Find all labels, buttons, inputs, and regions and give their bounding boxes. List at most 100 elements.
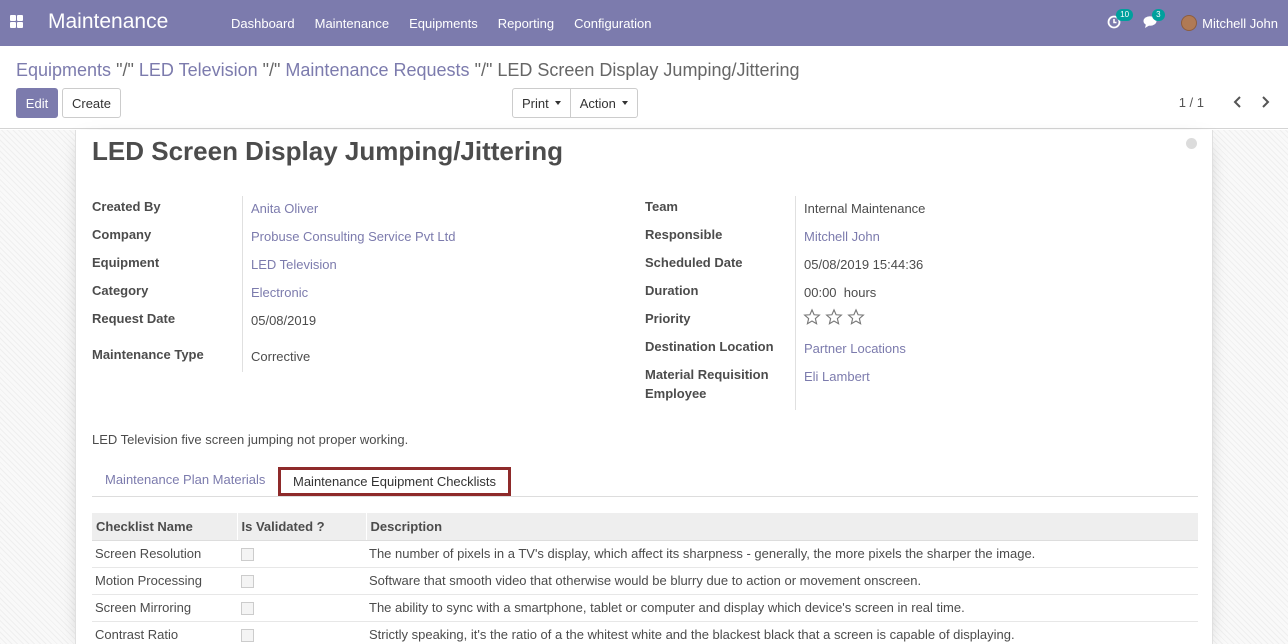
description-cell: The ability to sync with a smartphone, t… — [366, 594, 1198, 622]
duration-value: 00:00 hours — [804, 285, 877, 300]
chevron-left-icon[interactable] — [1231, 94, 1245, 110]
notebook-tabs: Maintenance Plan Materials Maintenance E… — [92, 466, 1198, 497]
action-dropdown[interactable]: Action — [569, 89, 637, 117]
menu-maintenance[interactable]: Maintenance — [305, 16, 399, 31]
validated-checkbox[interactable] — [241, 602, 254, 616]
company-label: Company — [92, 227, 152, 242]
main-menu: Dashboard Maintenance Equipments Reporti… — [221, 0, 661, 46]
table-row[interactable]: Screen Mirroring The ability to sync wit… — [92, 594, 1198, 622]
table-row[interactable]: Motion Processing Software that smooth v… — [92, 567, 1198, 595]
form-sheet: LED Screen Display Jumping/Jittering Cre… — [75, 130, 1213, 644]
column-checklist-name[interactable]: Checklist Name — [92, 513, 237, 541]
checklist-name-cell: Contrast Ratio — [92, 621, 237, 644]
breadcrumb-separator: "/" — [474, 60, 493, 80]
menu-equipments[interactable]: Equipments — [399, 16, 488, 31]
table-row[interactable]: Screen Resolution The number of pixels i… — [92, 540, 1198, 568]
description-cell: Strictly speaking, it's the ratio of a t… — [366, 621, 1198, 644]
column-description[interactable]: Description — [365, 513, 1198, 541]
material-requisition-employee-value[interactable]: Eli Lambert — [804, 369, 870, 384]
status-indicator[interactable] — [1186, 138, 1197, 149]
menu-reporting[interactable]: Reporting — [488, 16, 564, 31]
apps-menu-icon[interactable] — [10, 15, 23, 28]
category-value[interactable]: Electronic — [251, 285, 308, 300]
menu-dashboard[interactable]: Dashboard — [221, 16, 305, 31]
created-by-label: Created By — [92, 199, 161, 214]
checklist-name-cell: Screen Mirroring — [92, 594, 237, 622]
request-date-value: 05/08/2019 — [251, 313, 317, 328]
table-header-row: Checklist Name Is Validated ? Descriptio… — [92, 513, 1198, 541]
pager: 1 / 1 — [1179, 94, 1272, 110]
priority-stars — [803, 308, 869, 326]
request-date-label: Request Date — [92, 311, 176, 326]
maintenance-type-value: Corrective — [251, 349, 311, 364]
destination-location-value[interactable]: Partner Locations — [804, 341, 906, 356]
is-validated-cell — [237, 594, 366, 622]
control-panel: Equipments "/" LED Television "/" Mainte… — [0, 46, 1288, 129]
destination-location-label: Destination Location — [645, 339, 774, 354]
chevron-right-icon[interactable] — [1258, 94, 1272, 110]
checklist-name-cell: Screen Resolution — [92, 540, 237, 568]
activity-button[interactable]: 10 — [1107, 8, 1134, 32]
create-button[interactable]: Create — [62, 88, 121, 118]
scheduled-date-label: Scheduled Date — [645, 255, 743, 270]
validated-checkbox[interactable] — [241, 629, 254, 643]
star-icon[interactable] — [803, 308, 821, 326]
messages-count-badge: 3 — [1152, 8, 1165, 21]
messages-button[interactable]: 3 — [1143, 8, 1165, 32]
material-requisition-label-line2: Employee — [645, 386, 707, 401]
maintenance-type-label: Maintenance Type — [92, 347, 204, 362]
request-title: LED Screen Display Jumping/Jittering — [92, 136, 563, 166]
tab-maintenance-equipment-checklists[interactable]: Maintenance Equipment Checklists — [278, 467, 512, 496]
validated-checkbox[interactable] — [241, 575, 254, 589]
is-validated-cell — [237, 567, 366, 595]
scheduled-date-value: 05/08/2019 15:44:36 — [804, 257, 924, 272]
edit-button[interactable]: Edit — [16, 88, 58, 118]
equipment-value[interactable]: LED Television — [251, 257, 337, 272]
pager-value[interactable]: 1 / 1 — [1179, 95, 1204, 110]
breadcrumb-current: LED Screen Display Jumping/Jittering — [497, 60, 800, 80]
team-value: Internal Maintenance — [804, 201, 926, 216]
validated-checkbox[interactable] — [241, 548, 254, 562]
caret-down-icon — [621, 101, 628, 105]
breadcrumb-led-television[interactable]: LED Television — [139, 60, 258, 80]
created-by-value[interactable]: Anita Oliver — [251, 201, 318, 216]
menu-configuration[interactable]: Configuration — [564, 16, 661, 31]
category-label: Category — [92, 283, 149, 298]
print-dropdown[interactable]: Print — [513, 89, 570, 117]
star-icon[interactable] — [825, 308, 843, 326]
breadcrumb-separator: "/" — [262, 60, 281, 80]
description-cell: Software that smooth video that otherwis… — [366, 567, 1198, 595]
systray: 10 3 Mitchell John — [1107, 0, 1288, 46]
responsible-label: Responsible — [645, 227, 723, 242]
description-cell: The number of pixels in a TV's display, … — [366, 540, 1198, 568]
responsible-value[interactable]: Mitchell John — [804, 229, 880, 244]
top-navbar: Maintenance Dashboard Maintenance Equipm… — [0, 0, 1288, 46]
app-name[interactable]: Maintenance — [48, 10, 168, 34]
equipment-label: Equipment — [92, 255, 160, 270]
company-value[interactable]: Probuse Consulting Service Pvt Ltd — [251, 229, 456, 244]
user-menu[interactable]: Mitchell John — [1181, 15, 1278, 31]
print-label: Print — [522, 95, 549, 111]
left-group-separator — [242, 196, 243, 372]
breadcrumb-separator: "/" — [116, 60, 134, 80]
activity-count-badge: 10 — [1116, 8, 1134, 21]
is-validated-cell — [237, 540, 366, 568]
breadcrumb: Equipments "/" LED Television "/" Mainte… — [16, 60, 800, 81]
star-icon[interactable] — [847, 308, 865, 326]
action-label: Action — [579, 95, 616, 111]
breadcrumb-equipments[interactable]: Equipments — [16, 60, 111, 80]
caret-down-icon — [554, 101, 561, 105]
priority-label: Priority — [645, 311, 691, 326]
checklist-name-cell: Motion Processing — [92, 567, 237, 595]
sidebar-buttons: Print Action — [512, 88, 638, 118]
material-requisition-label-line1: Material Requisition — [645, 367, 769, 382]
breadcrumb-maintenance-requests[interactable]: Maintenance Requests — [285, 60, 469, 80]
duration-label: Duration — [645, 283, 699, 298]
tab-maintenance-plan-materials[interactable]: Maintenance Plan Materials — [105, 472, 265, 487]
avatar — [1181, 15, 1198, 31]
right-group-separator — [795, 196, 796, 410]
column-is-validated[interactable]: Is Validated ? — [236, 513, 366, 541]
checklist-table: Checklist Name Is Validated ? Descriptio… — [92, 513, 1198, 644]
table-row[interactable]: Contrast Ratio Strictly speaking, it's t… — [92, 621, 1198, 644]
team-label: Team — [645, 199, 678, 214]
